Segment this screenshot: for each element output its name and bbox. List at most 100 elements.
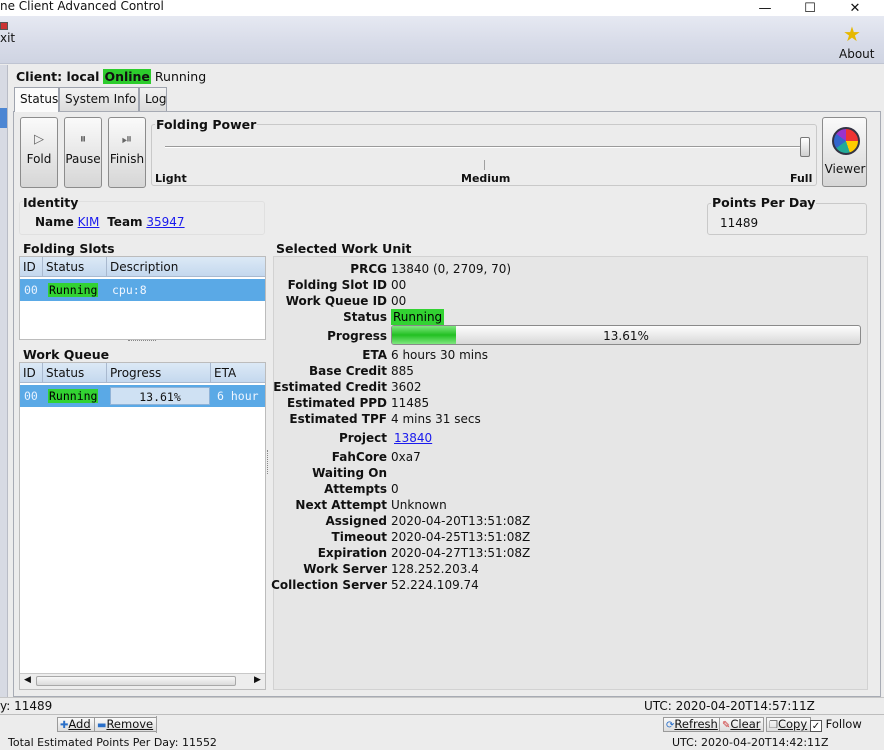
finish-label: Finish [109,152,145,166]
attempts-label: Attempts [324,482,387,496]
column-header-description[interactable]: Description [107,257,265,277]
queue-id: 00 [24,389,38,403]
progress-bar: 13.61% [391,325,861,345]
estimated-credit-value: 3602 [391,380,422,394]
follow-checkbox[interactable]: ✓ [810,720,822,732]
work-server-value: 128.252.203.4 [391,562,479,576]
slider-tick-medium [484,160,485,170]
minimize-button[interactable]: — [742,0,788,16]
name-link[interactable]: KIM [78,215,100,229]
scroll-left-icon[interactable]: ◀ [24,675,31,685]
background-selection [0,108,7,128]
horizontal-scrollbar[interactable]: ◀ ▶ [20,673,265,689]
column-header-id[interactable]: ID [20,363,43,383]
points-per-day-value: 11489 [720,216,759,230]
protein-viewer-icon [832,127,860,155]
queue-status: Running [48,389,99,403]
slot-status: Running [48,283,99,297]
pause-label: Pause [65,152,101,166]
splitter-handle[interactable] [128,340,156,344]
base-credit-label: Base Credit [308,364,387,378]
column-header-progress[interactable]: Progress [107,363,211,383]
points-per-day-title: Points Per Day [711,195,817,210]
folding-power-slider-track[interactable] [165,146,805,148]
project-link[interactable]: 13840 [394,431,432,445]
fold-button[interactable]: ▷ Fold [20,117,58,188]
fold-label: Fold [26,152,52,166]
prcg-label: PRCG [350,262,387,276]
folding-power-slider-thumb[interactable] [800,137,810,157]
pause-button[interactable]: ⏸ Pause [64,117,102,188]
team-link[interactable]: 35947 [146,215,184,229]
table-row[interactable]: 00 Running cpu:8 [20,279,265,301]
status-ppd: y: 11489 [0,699,53,713]
copy-icon: ❐ [769,720,778,731]
remove-button[interactable]: ▬Remove [94,717,158,732]
client-status-line: Client: local Online Running [16,69,206,84]
estimated-ppd-label: Estimated PPD [287,396,387,410]
refresh-button[interactable]: ⟳Refresh [663,717,722,732]
copy-button[interactable]: ❐Copy [766,717,812,732]
identity-title: Identity [23,195,79,210]
progress-text: 13.61% [603,329,649,343]
table-row[interactable]: 00 Running 13.61% 6 hour [20,385,265,407]
collection-server-value: 52.224.109.74 [391,578,479,592]
assigned-label: Assigned [325,514,387,528]
finish-button[interactable]: ⏯ Finish [108,117,146,188]
scroll-right-icon[interactable]: ▶ [254,675,261,685]
queue-eta: 6 hour [217,389,259,403]
prcg-value: 13840 (0, 2709, 70) [391,262,512,276]
work-queue-title: Work Queue [23,347,110,362]
background-window-edge [0,65,8,705]
finish-icon: ⏯ [121,132,133,147]
estimated-tpf-label: Estimated TPF [289,412,387,426]
close-button[interactable]: ✕ [832,0,878,16]
work-queue-header: ID Status Progress ETA [20,363,265,383]
fahcore-label: FahCore [331,450,387,464]
app-icon [0,22,8,30]
power-full-label: Full [790,172,813,185]
base-credit-value: 885 [391,364,414,378]
star-icon[interactable]: ★ [843,24,861,44]
tab-status[interactable]: Status [14,87,59,112]
queue-progress-bar: 13.61% [110,387,210,405]
viewer-label: Viewer [824,162,866,176]
work-queue-table: ID Status Progress ETA 00 Running 13.61%… [19,362,266,690]
column-header-eta[interactable]: ETA [211,363,265,383]
eta-value: 6 hours 30 mins [391,348,488,362]
status-utc: UTC: 2020-04-20T14:57:11Z [644,699,815,713]
folding-slot-id-label: Folding Slot ID [287,278,387,292]
next-attempt-label: Next Attempt [295,498,387,512]
exit-button[interactable]: xit [0,31,15,45]
expiration-value: 2020-04-27T13:51:08Z [391,546,531,560]
play-icon: ▷ [34,132,44,147]
about-button[interactable]: About [839,47,874,61]
viewer-button[interactable]: Viewer [822,117,867,187]
work-queue-id-label: Work Queue ID [285,294,387,308]
clear-button[interactable]: ✎Clear [719,717,765,732]
add-button[interactable]: ✚Add [57,717,95,732]
divider [156,716,157,733]
tab-log[interactable]: Log [139,87,167,111]
folding-slots-title: Folding Slots [23,241,115,256]
column-header-status[interactable]: Status [43,257,107,277]
follow-toggle[interactable]: ✓ Follow [810,717,862,732]
team-label: Team [107,215,143,229]
clear-label: Clear [730,717,761,731]
work-queue-id-value: 00 [391,294,407,308]
follow-label: Follow [825,717,862,731]
maximize-button[interactable]: ☐ [787,0,833,16]
assigned-value: 2020-04-20T13:51:08Z [391,514,531,528]
collection-server-label: Collection Server [271,578,387,592]
background-utc: UTC: 2020-04-20T14:42:11Z [672,736,829,749]
tab-system-info[interactable]: System Info [59,87,139,111]
eta-label: ETA [362,348,387,362]
scrollbar-thumb[interactable] [36,676,236,686]
queue-progress-text: 13.61% [139,390,181,404]
column-header-status[interactable]: Status [43,363,107,383]
folding-slot-id-value: 00 [391,278,407,292]
folding-power-title: Folding Power [155,117,258,132]
estimated-credit-label: Estimated Credit [273,380,387,394]
slot-description: cpu:8 [112,283,147,297]
column-header-id[interactable]: ID [20,257,43,277]
